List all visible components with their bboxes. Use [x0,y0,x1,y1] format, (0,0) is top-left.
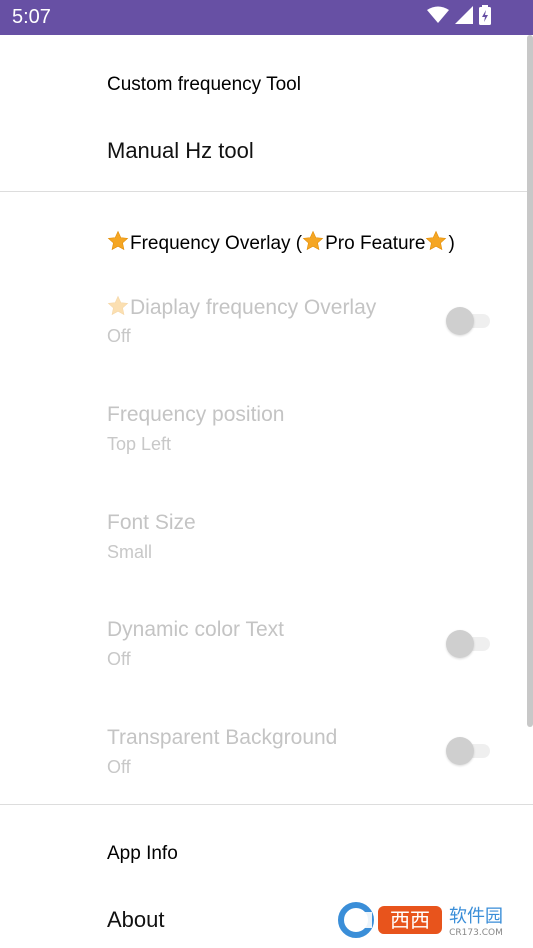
status-bar: 5:07 [0,0,533,35]
frequency-position-summary: Top Left [107,434,172,454]
display-overlay-switch[interactable] [446,305,492,335]
about-item[interactable]: About [107,907,165,933]
font-size-title: Font Size [107,511,196,534]
svg-text:软件园: 软件园 [449,906,503,927]
signal-icon [455,5,473,29]
display-overlay-title: Diaplay frequency Overlay [107,295,376,320]
custom-tool-header: Custom frequency Tool [107,74,301,95]
transparent-background-title: Transparent Background [107,726,338,749]
status-icons [427,4,491,30]
preferences-list [0,35,533,948]
divider [0,804,533,805]
svg-text:CR173.COM: CR173.COM [449,928,503,938]
dynamic-color-switch[interactable] [446,628,492,658]
wifi-icon [427,6,449,29]
star-icon [107,295,129,316]
battery-charging-icon [479,4,491,30]
scrollbar[interactable] [527,35,533,727]
overlay-header-part2: Pro Feature [325,233,426,254]
watermark-logo: 西西 软件园 CR173.COM [332,900,514,940]
overlay-header-part3: ) [448,233,455,254]
overlay-header-part1: Frequency Overlay ( [130,233,303,254]
dynamic-color-title: Dynamic color Text [107,618,285,641]
divider [0,191,533,192]
dynamic-color-summary: Off [107,649,131,669]
display-overlay-summary: Off [107,326,131,346]
overlay-header: Frequency Overlay ( Pro Feature) [107,230,455,255]
display-overlay-label: Diaplay frequency Overlay [130,296,377,319]
font-size-summary: Small [107,542,153,562]
app-info-header: App Info [107,843,178,864]
frequency-position-title: Frequency position [107,403,285,426]
transparent-background-switch[interactable] [446,735,492,765]
switch-thumb [446,630,474,658]
switch-thumb [446,737,474,765]
star-icon [107,230,129,251]
star-icon [302,230,324,251]
svg-text:西西: 西西 [390,908,430,932]
status-time: 5:07 [12,6,51,28]
transparent-background-summary: Off [107,757,131,777]
manual-hz-tool-item[interactable]: Manual Hz tool [107,138,254,164]
star-icon [426,230,447,251]
switch-thumb [446,307,474,335]
